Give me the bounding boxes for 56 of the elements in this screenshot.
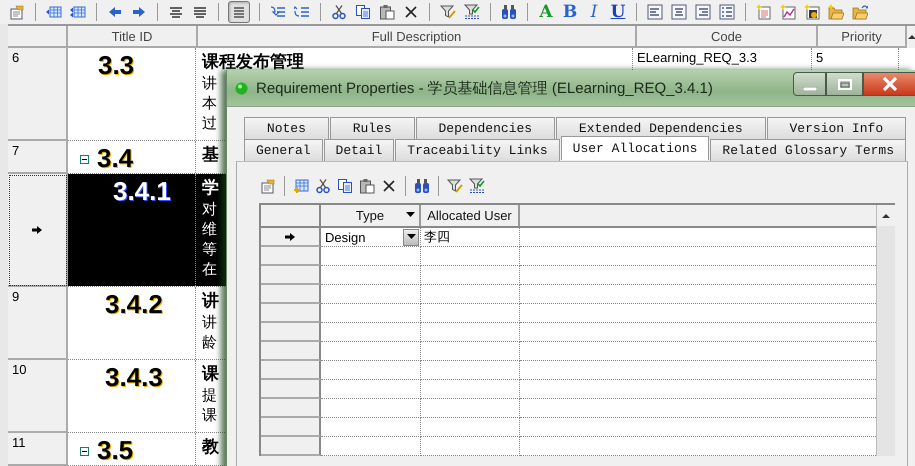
row-header[interactable]: 10 xyxy=(8,360,68,433)
type-dropdown[interactable]: Design xyxy=(321,228,421,247)
description-text: 提 xyxy=(202,386,217,406)
description-heading: 课 xyxy=(202,363,219,386)
column-header[interactable]: Full Description xyxy=(198,26,637,48)
row-header[interactable]: 7 xyxy=(8,141,68,174)
tab[interactable]: Traceability Links xyxy=(395,139,560,161)
row-number: 7 xyxy=(12,143,20,158)
tab[interactable]: Related Glossary Terms xyxy=(710,139,906,161)
title-id: 3.4.3 xyxy=(105,362,163,392)
tab[interactable]: Dependencies xyxy=(416,117,555,139)
description-heading: 教 xyxy=(202,436,219,459)
row-header[interactable]: 9 xyxy=(8,287,68,360)
tab[interactable]: Version Info xyxy=(766,117,906,139)
user-cell[interactable]: 李四 xyxy=(421,228,520,247)
column-header[interactable]: Allocated User xyxy=(421,205,520,226)
title-id: 3.5 xyxy=(97,435,134,465)
tab[interactable]: Notes xyxy=(244,117,329,139)
description-text: 龄 xyxy=(202,333,217,353)
column-header[interactable]: Type xyxy=(321,205,421,226)
title-id: 3.4.1 xyxy=(112,176,171,206)
title-id: 3.4.2 xyxy=(105,289,163,319)
description-text: 等 xyxy=(202,240,217,260)
tab[interactable]: Rules xyxy=(330,117,415,139)
title-id: 3.3 xyxy=(98,50,134,80)
description-heading: 课程发布管理 xyxy=(202,51,304,74)
column-header[interactable]: Title ID xyxy=(68,26,198,48)
tab[interactable]: General xyxy=(244,139,323,161)
description-text: 讲 xyxy=(202,74,217,94)
description-text: 讲 xyxy=(202,313,217,333)
row-number: 11 xyxy=(12,435,26,450)
tab[interactable]: Extended Dependencies xyxy=(556,117,766,139)
description-heading: 基 xyxy=(202,144,219,167)
row-number: 6 xyxy=(12,50,20,65)
row-number: 10 xyxy=(12,362,26,377)
window-title: Requirement Properties - 学员基础信息管理 (ELearning_REQ_3.4.1) xyxy=(256,78,713,98)
bold-button[interactable]: B xyxy=(561,2,579,22)
row-header[interactable]: 6 xyxy=(8,48,68,141)
title-id: 3.4 xyxy=(97,143,134,173)
priority-cell: 5 xyxy=(816,50,824,65)
description-heading: 学 xyxy=(202,177,219,200)
underline-button[interactable]: U xyxy=(609,2,627,22)
description-text: 对 xyxy=(202,200,217,220)
description-text: 在 xyxy=(202,260,217,280)
description-text: 本 xyxy=(202,94,217,114)
row-number: 9 xyxy=(12,289,20,304)
tab[interactable]: Detail xyxy=(324,139,394,161)
description-text: 维 xyxy=(202,220,217,240)
code-cell: ELearning_REQ_3.3 xyxy=(637,50,757,65)
description-text: 过 xyxy=(202,114,217,134)
column-header[interactable]: Code xyxy=(637,26,818,48)
italic-button[interactable]: I xyxy=(585,2,603,22)
tab[interactable]: User Allocations xyxy=(560,136,710,160)
description-text: 课 xyxy=(202,406,217,426)
row-header[interactable]: 11 xyxy=(8,433,68,466)
description-heading: 讲 xyxy=(202,290,219,313)
